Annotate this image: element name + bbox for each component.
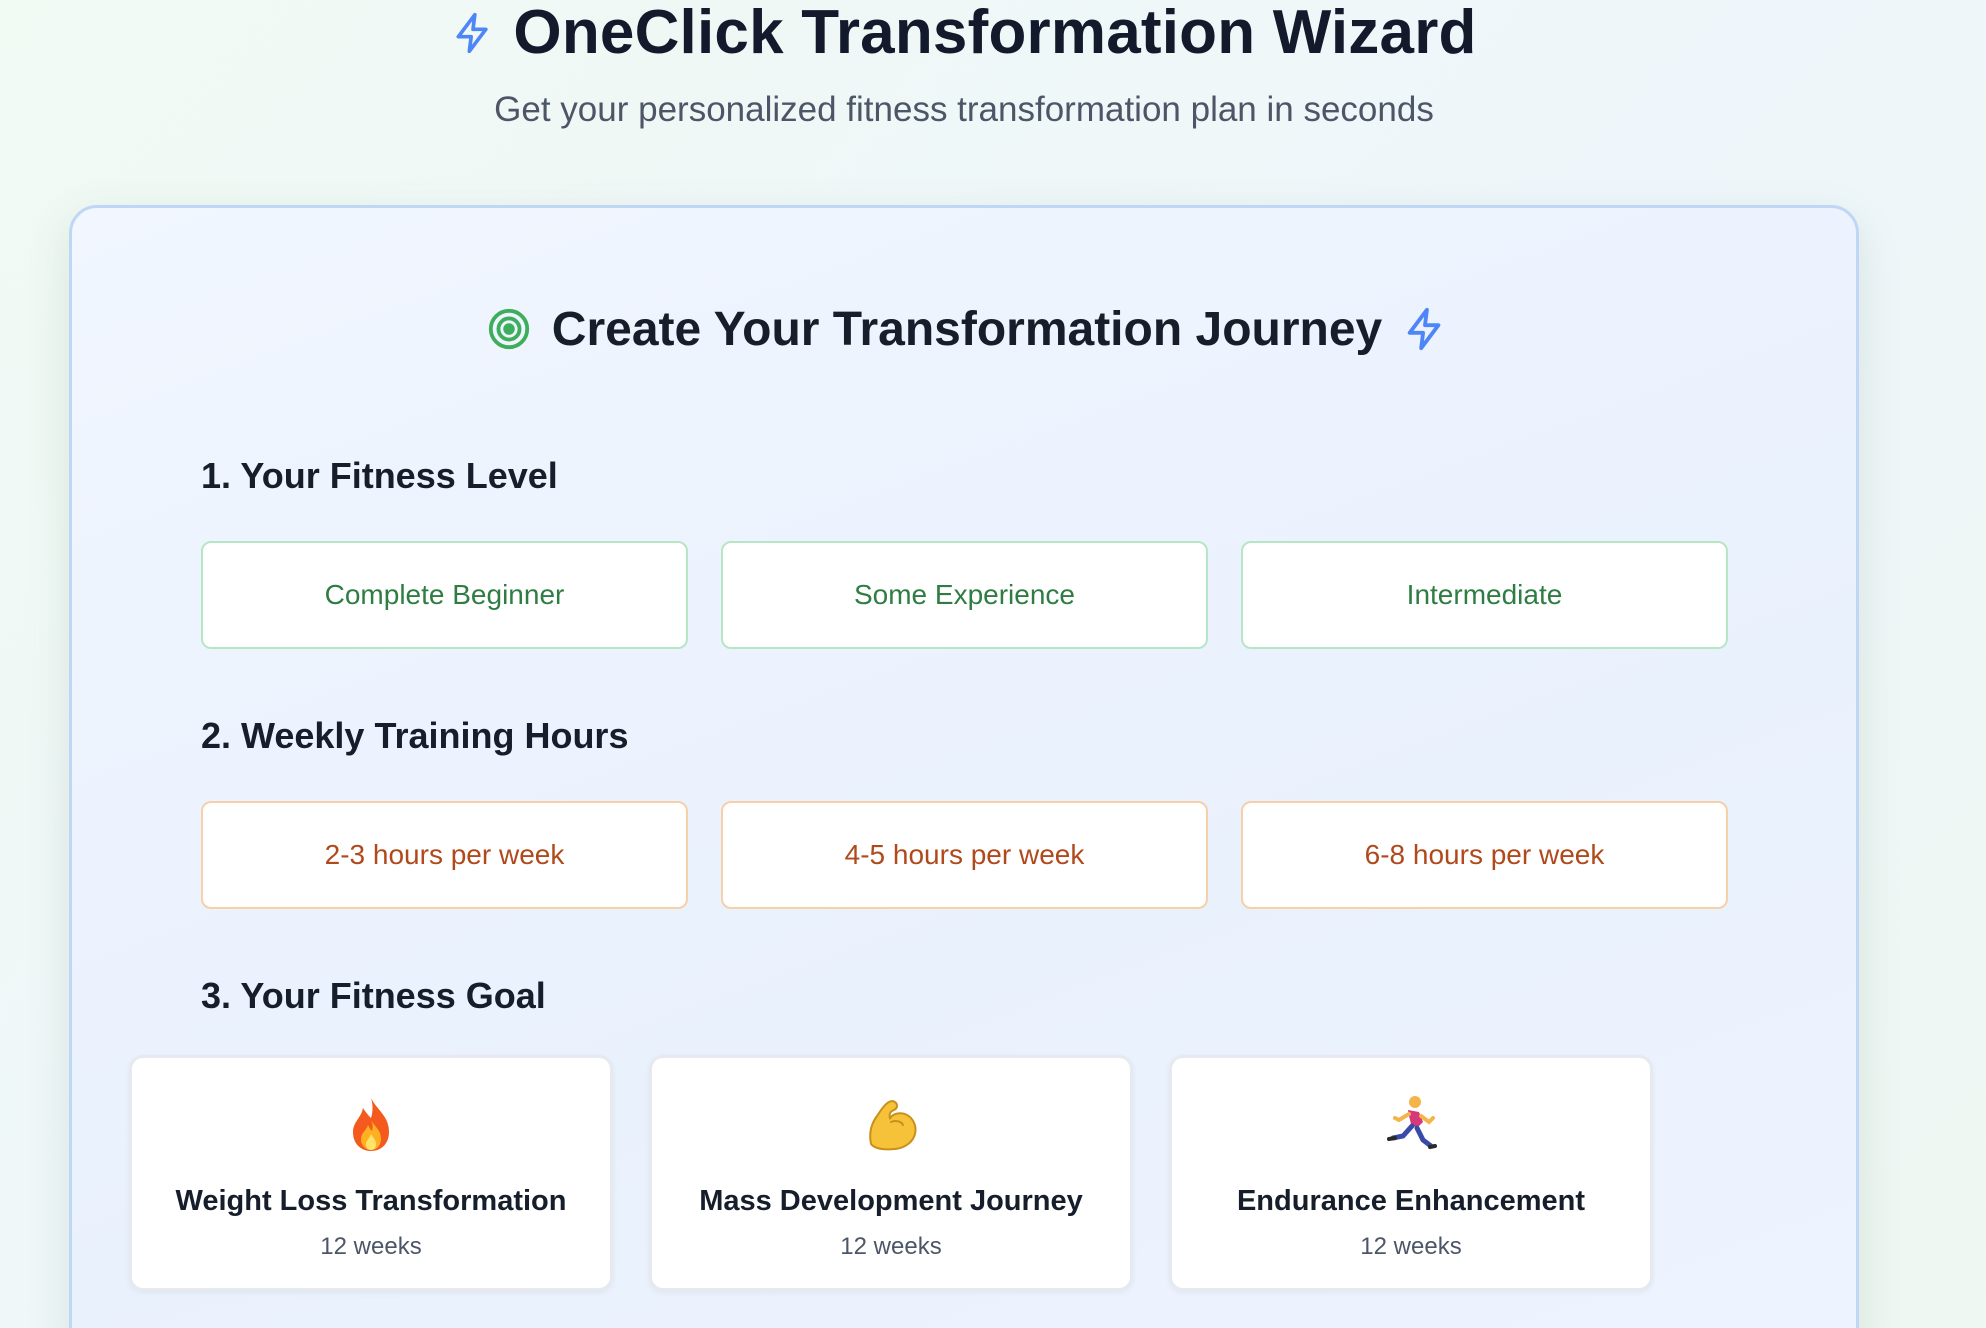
page-title: OneClick Transformation Wizard bbox=[513, 0, 1477, 67]
goal-duration: 12 weeks bbox=[320, 1233, 422, 1260]
goal-card-mass-development[interactable]: Mass Development Journey 12 weeks bbox=[649, 1055, 1133, 1291]
app-title: OneClick Transformation Wizard bbox=[0, 0, 1928, 66]
goal-title: Endurance Enhancement bbox=[1236, 1185, 1586, 1217]
target-icon bbox=[486, 306, 532, 352]
training-hours-option-2-3[interactable]: 2-3 hours per week bbox=[201, 801, 688, 909]
training-hours-option-6-8[interactable]: 6-8 hours per week bbox=[1241, 801, 1728, 909]
training-hours-heading: 2. Weekly Training Hours bbox=[201, 715, 629, 756]
page-subtitle: Get your personalized fitness transforma… bbox=[494, 90, 1434, 129]
fitness-level-option-beginner[interactable]: Complete Beginner bbox=[201, 541, 688, 649]
training-hours-options: 2-3 hours per week 4-5 hours per week 6-… bbox=[201, 801, 1731, 909]
training-hours-option-4-5[interactable]: 4-5 hours per week bbox=[721, 801, 1208, 909]
goal-title: Mass Development Journey bbox=[699, 1185, 1083, 1217]
goal-card-endurance[interactable]: Endurance Enhancement 12 weeks bbox=[1169, 1055, 1653, 1291]
goal-title: Weight Loss Transformation bbox=[175, 1185, 567, 1217]
runner-icon bbox=[1172, 1094, 1650, 1158]
fitness-goal-heading: 3. Your Fitness Goal bbox=[201, 975, 546, 1016]
fire-icon bbox=[132, 1094, 610, 1158]
goal-duration: 12 weeks bbox=[1360, 1233, 1462, 1260]
goal-duration: 12 weeks bbox=[840, 1233, 942, 1260]
bolt-icon bbox=[451, 11, 495, 55]
bolt-icon bbox=[1402, 306, 1448, 352]
fitness-goal-options: Weight Loss Transformation 12 weeks Mass… bbox=[129, 1055, 1659, 1291]
goal-card-weight-loss[interactable]: Weight Loss Transformation 12 weeks bbox=[129, 1055, 613, 1291]
card-title: Create Your Transformation Journey bbox=[72, 296, 1862, 362]
flexed-bicep-icon bbox=[652, 1094, 1130, 1158]
card-heading: Create Your Transformation Journey bbox=[551, 302, 1383, 356]
fitness-level-options: Complete Beginner Some Experience Interm… bbox=[201, 541, 1731, 649]
fitness-level-heading: 1. Your Fitness Level bbox=[201, 455, 558, 496]
fitness-level-option-intermediate[interactable]: Intermediate bbox=[1241, 541, 1728, 649]
fitness-level-option-some-experience[interactable]: Some Experience bbox=[721, 541, 1208, 649]
